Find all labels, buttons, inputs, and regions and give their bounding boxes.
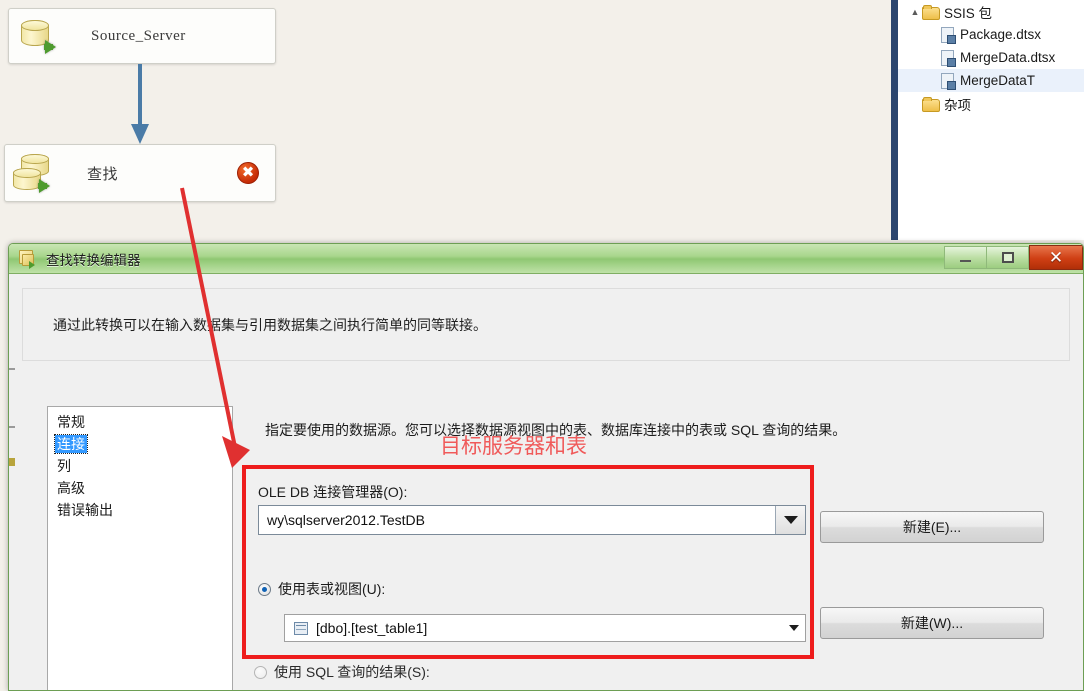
- dialog-description-panel: 通过此转换可以在输入数据集与引用数据集之间执行简单的同等联接。: [22, 288, 1070, 361]
- page-item-label: 列: [57, 458, 71, 474]
- dialog-description-text: 通过此转换可以在输入数据集与引用数据集之间执行简单的同等联接。: [53, 316, 487, 333]
- tree-item-label: MergeData.dtsx: [960, 50, 1056, 65]
- dtsx-file-icon: [940, 73, 956, 90]
- data-flow-canvas[interactable]: Source_Server 查找 ✖: [0, 0, 893, 240]
- node-error-badge[interactable]: ✖: [237, 162, 259, 184]
- tree-item-package-dtsx[interactable]: Package.dtsx: [898, 23, 1084, 46]
- radio-use-table-or-view[interactable]: 使用表或视图(U):: [258, 579, 385, 599]
- solution-explorer-tree[interactable]: ▲ SSIS 包 Package.dtsx MergeData.dtsx Mer…: [898, 0, 1084, 240]
- new-table-button[interactable]: 新建(W)...: [820, 607, 1044, 639]
- panel-divider: [891, 0, 898, 240]
- minimize-icon: [960, 260, 971, 262]
- restore-button[interactable]: [986, 246, 1029, 269]
- tree-item-label: Package.dtsx: [960, 27, 1042, 42]
- tree-item-mergedatat-dtsx[interactable]: MergeDataT: [898, 69, 1084, 92]
- oledb-connection-manager-combo[interactable]: wy\sqlserver2012.TestDB: [258, 505, 806, 535]
- page-item-label: 高级: [57, 480, 85, 496]
- tree-item-ssis-packages[interactable]: ▲ SSIS 包: [898, 0, 1084, 23]
- tree-item-label: MergeDataT: [960, 73, 1036, 88]
- tree-item-misc[interactable]: 杂项: [898, 92, 1084, 115]
- minimize-button[interactable]: [944, 246, 987, 269]
- chevron-down-icon[interactable]: [783, 615, 805, 641]
- tree-item-label: SSIS 包: [944, 5, 993, 21]
- tree-item-mergedata-dtsx[interactable]: MergeData.dtsx: [898, 46, 1084, 69]
- window-controls: ✕: [944, 244, 1083, 273]
- page-item-label: 连接: [54, 434, 88, 454]
- data-flow-node-lookup[interactable]: 查找 ✖: [4, 144, 276, 202]
- lookup-transform-icon: [17, 249, 39, 269]
- oledb-connection-manager-label: OLE DB 连接管理器(O):: [258, 484, 408, 500]
- table-or-view-value: [dbo].[test_table1]: [316, 620, 428, 636]
- close-button[interactable]: ✕: [1029, 245, 1083, 270]
- page-item-error-output[interactable]: 错误输出: [48, 499, 232, 521]
- restore-icon: [1001, 252, 1014, 263]
- data-flow-node-source-server[interactable]: Source_Server: [8, 8, 276, 64]
- radio-use-table-or-view-label: 使用表或视图(U):: [278, 581, 386, 597]
- page-item-general[interactable]: 常规: [48, 411, 232, 433]
- dialog-title-bar[interactable]: 查找转换编辑器 ✕: [9, 244, 1083, 274]
- table-or-view-combo[interactable]: [dbo].[test_table1]: [284, 614, 806, 642]
- chevron-down-icon[interactable]: [775, 506, 805, 534]
- page-item-columns[interactable]: 列: [48, 455, 232, 477]
- dialog-left-edge: [9, 274, 15, 690]
- screenshot-root: Source_Server 查找 ✖ ▲ SSIS 包 Package.dtsx: [0, 0, 1084, 691]
- radio-use-sql-query-results[interactable]: 使用 SQL 查询的结果(S):: [254, 662, 430, 682]
- page-item-label: 常规: [57, 414, 85, 430]
- connection-group-panel: OLE DB 连接管理器(O): wy\sqlserver2012.TestDB…: [246, 469, 810, 655]
- oledb-connection-manager-value: wy\sqlserver2012.TestDB: [267, 512, 425, 528]
- new-connection-button[interactable]: 新建(E)...: [820, 511, 1044, 543]
- dialog-page-list[interactable]: 常规 连接 列 高级 错误输出: [47, 406, 233, 690]
- table-icon: [294, 621, 308, 635]
- chevron-down-icon[interactable]: ▲: [908, 7, 922, 17]
- folder-icon: [922, 97, 940, 112]
- data-flow-node-label: 查找: [87, 166, 119, 183]
- page-item-label: 错误输出: [57, 502, 113, 518]
- dtsx-file-icon: [940, 50, 956, 67]
- dtsx-file-icon: [940, 27, 956, 44]
- tree-item-label: 杂项: [944, 97, 971, 113]
- annotation-label-target-server-and-table: 目标服务器和表: [440, 434, 587, 458]
- radio-use-sql-query-results-label: 使用 SQL 查询的结果(S):: [274, 664, 430, 680]
- folder-icon: [922, 5, 940, 20]
- radio-button-icon[interactable]: [254, 665, 267, 679]
- dialog-title: 查找转换编辑器: [46, 252, 141, 268]
- lookup-transform-icon: [11, 151, 59, 195]
- database-source-icon: [15, 14, 63, 58]
- data-flow-node-label: Source_Server: [91, 27, 186, 44]
- data-flow-path-arrow[interactable]: [128, 64, 152, 146]
- page-item-connection[interactable]: 连接: [48, 433, 232, 455]
- radio-button-icon[interactable]: [258, 582, 271, 596]
- page-item-advanced[interactable]: 高级: [48, 477, 232, 499]
- annotation-box-connection-group: OLE DB 连接管理器(O): wy\sqlserver2012.TestDB…: [242, 465, 814, 659]
